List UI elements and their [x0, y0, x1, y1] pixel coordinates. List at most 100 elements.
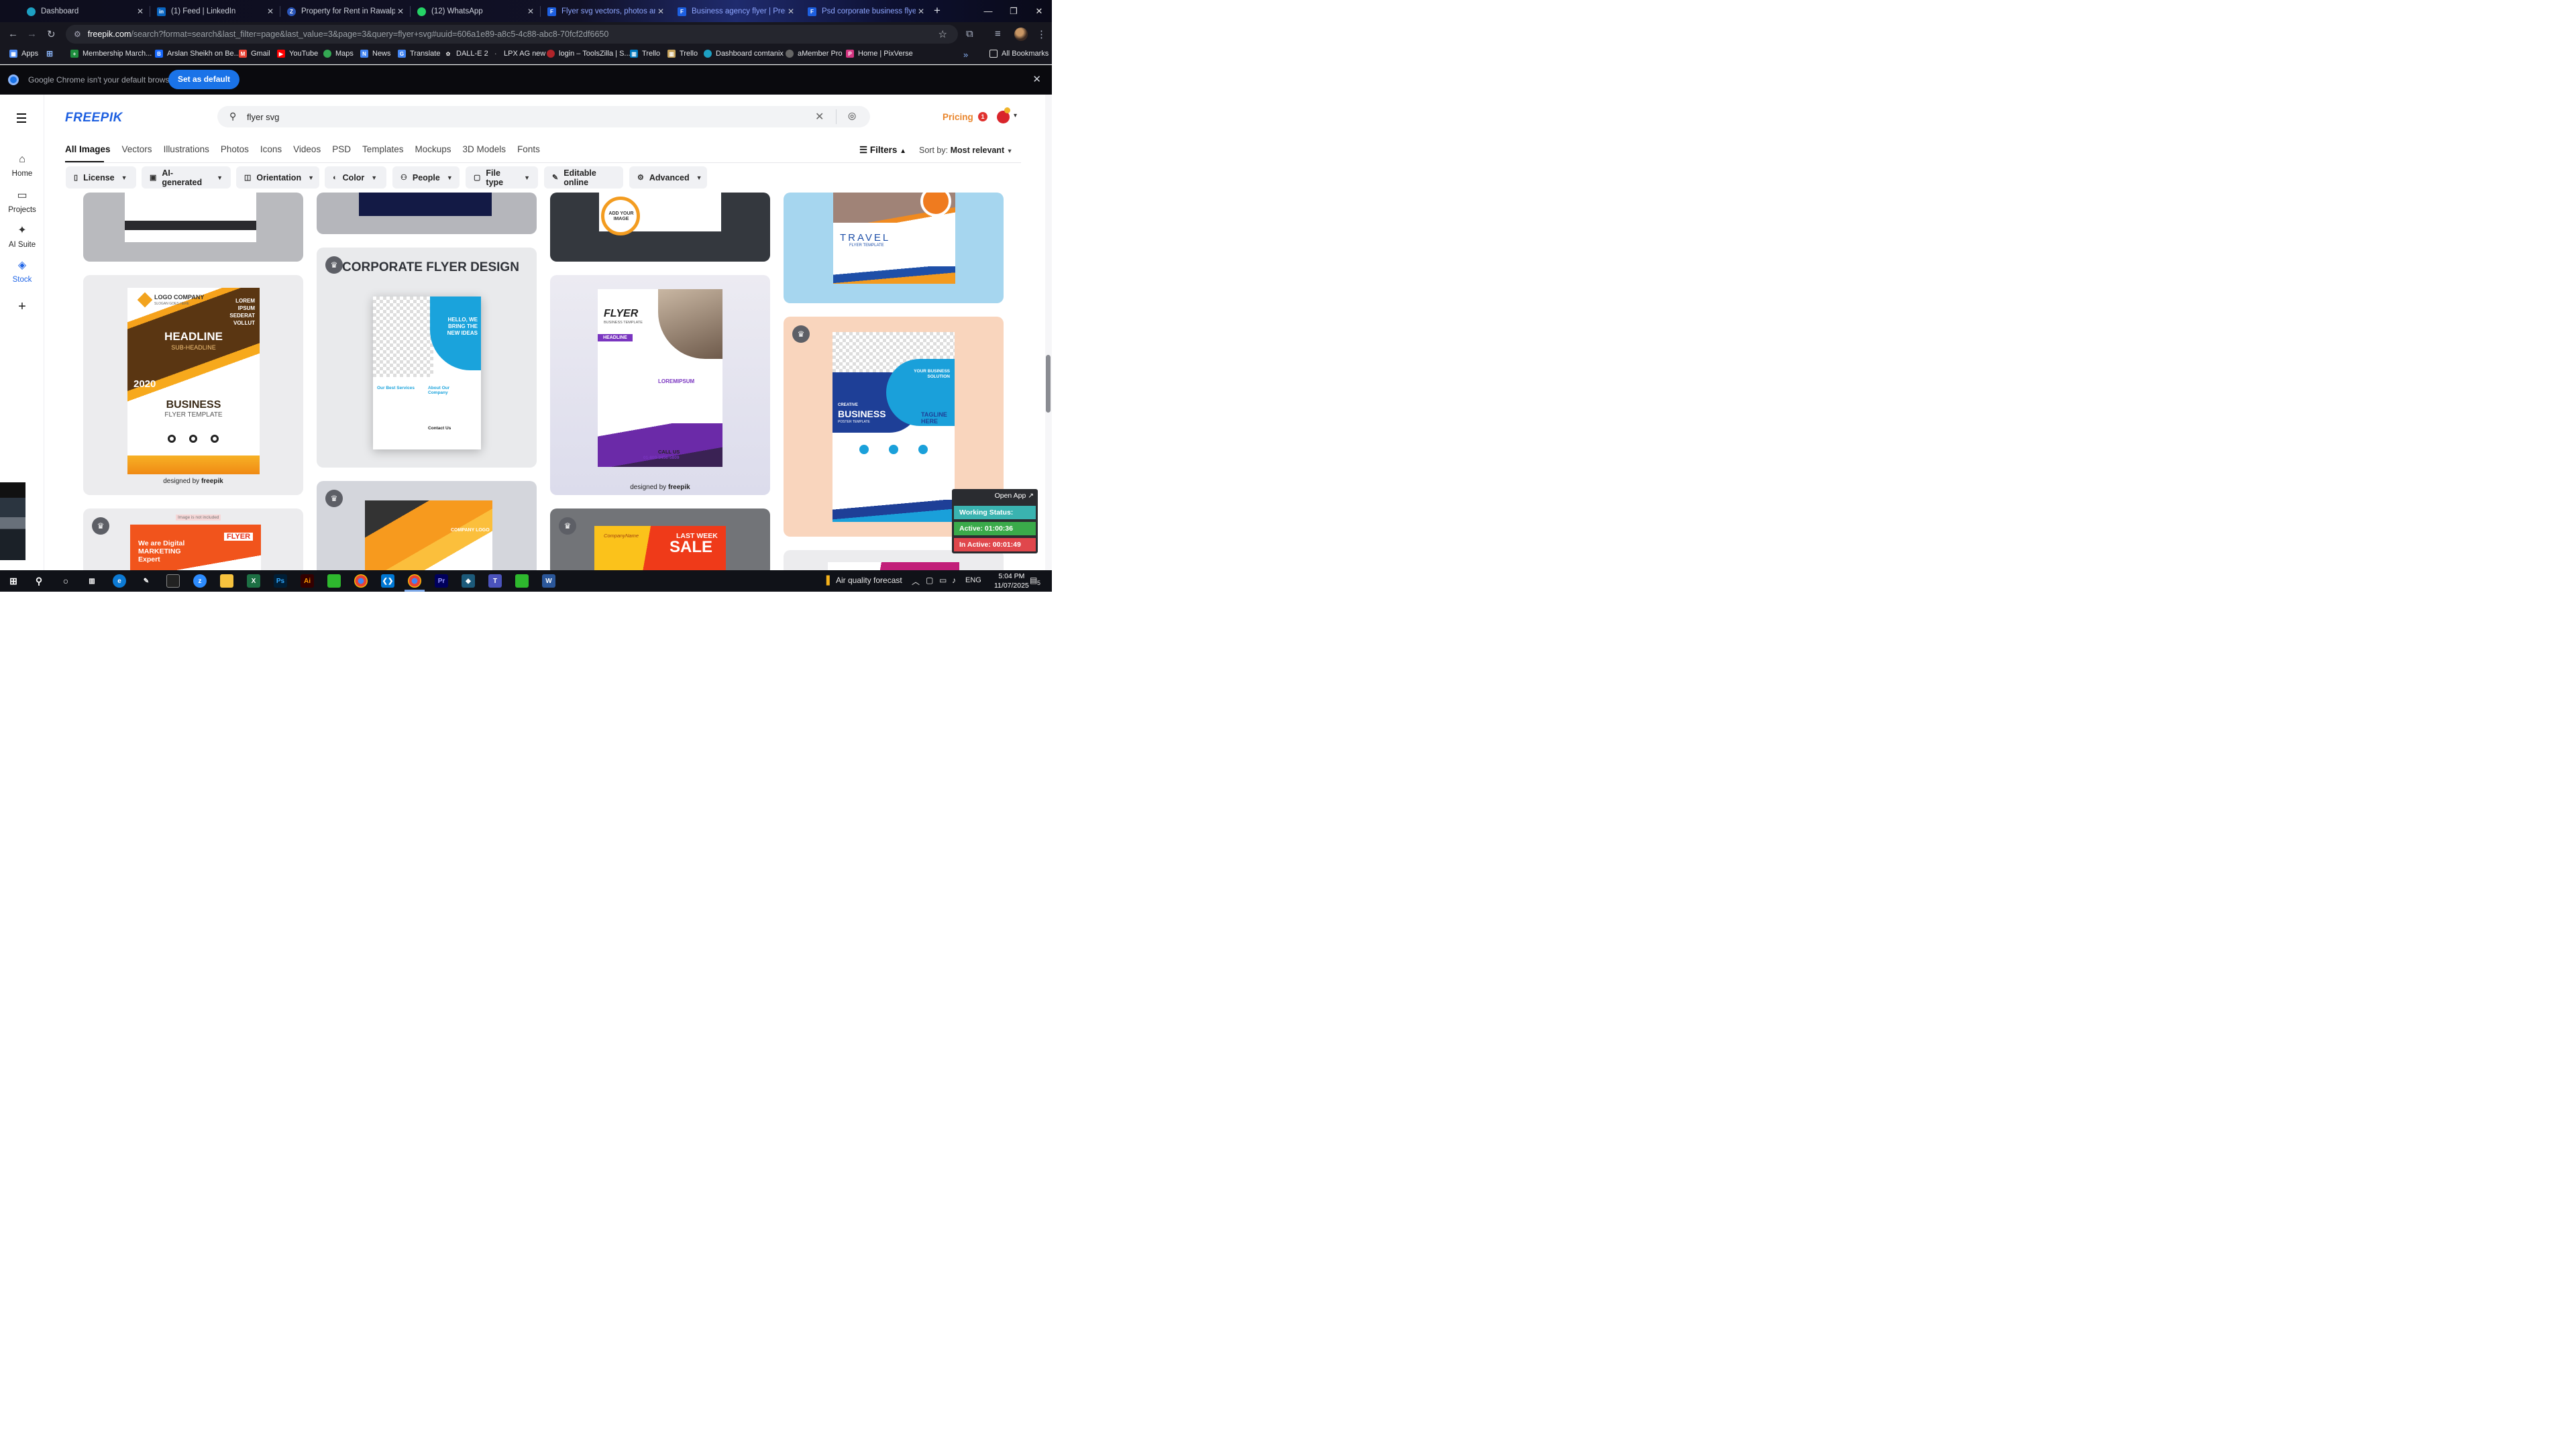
- show-hidden-icons-chevron-icon[interactable]: ︿: [912, 576, 920, 587]
- weather-icon[interactable]: ❚: [824, 574, 833, 586]
- result-card[interactable]: [83, 193, 303, 262]
- result-card[interactable]: FLYER BUSINESS TEMPLATE HEADLINE LOREMIP…: [550, 275, 770, 495]
- chrome-menu-icon[interactable]: ⋮: [1036, 28, 1046, 40]
- edge-icon[interactable]: e: [113, 574, 126, 588]
- tab-mockups[interactable]: Mockups: [415, 144, 451, 162]
- add-icon[interactable]: +: [0, 299, 44, 315]
- tab-business-agency[interactable]: F Business agency flyer | Premium ✕: [671, 3, 800, 20]
- page-scrollbar[interactable]: [1045, 95, 1052, 570]
- result-card[interactable]: [317, 193, 537, 234]
- bookmark-news[interactable]: N News: [360, 50, 391, 58]
- bookmark-dalle[interactable]: ✿ DALL-E 2: [444, 50, 488, 58]
- tab-dashboard[interactable]: Dashboard ✕: [20, 3, 149, 20]
- chip-editable-online[interactable]: ✎ Editable online: [544, 166, 623, 189]
- close-tab-icon[interactable]: ✕: [137, 7, 144, 16]
- chip-orientation[interactable]: ◫ Orientation ▼: [236, 166, 319, 189]
- result-card[interactable]: LOGO COMPANY SLOGAN GOES HERE LOREM IPSU…: [83, 275, 303, 495]
- vscode-icon[interactable]: ❮❯: [381, 574, 394, 588]
- bookmark-toolszilla[interactable]: login – ToolsZilla | S...: [547, 50, 631, 58]
- tab-linkedin[interactable]: in (1) Feed | LinkedIn ✕: [150, 3, 279, 20]
- task-view-icon[interactable]: ▥: [85, 574, 99, 588]
- bookmark-comtanix[interactable]: Dashboard comtanix: [704, 50, 784, 58]
- pen-icon[interactable]: ✎: [140, 574, 153, 588]
- search-icon[interactable]: ⚲: [32, 574, 46, 588]
- minimize-button[interactable]: —: [975, 0, 1001, 22]
- windows-start-icon[interactable]: ⊞: [7, 574, 20, 588]
- tab-all-images[interactable]: All Images: [65, 144, 111, 162]
- teams-icon[interactable]: T: [488, 574, 502, 588]
- sidebar-item-projects[interactable]: ▭ Projects: [0, 189, 44, 214]
- back-button[interactable]: ←: [8, 28, 18, 40]
- pricing-link[interactable]: Pricing: [943, 112, 973, 122]
- media-control-icon[interactable]: ≡: [995, 28, 1001, 40]
- taskbar-clock[interactable]: 5:04 PM 11/07/2025: [994, 572, 1029, 590]
- notification-badge[interactable]: 1: [978, 112, 987, 121]
- bookmark-maps[interactable]: Maps: [323, 50, 354, 58]
- terminal-icon[interactable]: [166, 574, 180, 588]
- hamburger-menu-icon[interactable]: [17, 113, 26, 125]
- volume-icon[interactable]: ♪: [952, 576, 956, 585]
- bookmark-gmail[interactable]: M Gmail: [239, 50, 270, 58]
- chip-license[interactable]: ▯ License ▼: [66, 166, 136, 189]
- chevron-down-icon[interactable]: ▾: [1014, 112, 1017, 119]
- clear-search-icon[interactable]: ✕: [815, 110, 824, 123]
- bookmark-apps[interactable]: ▦ Apps: [9, 50, 38, 58]
- open-app-link[interactable]: Open App ↗: [995, 492, 1034, 500]
- new-tab-button[interactable]: +: [934, 4, 941, 17]
- weather-label[interactable]: Air quality forecast: [836, 576, 902, 585]
- close-tab-icon[interactable]: ✕: [657, 7, 664, 16]
- sidebar-item-stock[interactable]: ◈ Stock: [0, 258, 44, 284]
- bookmark-grid[interactable]: ⊞: [46, 49, 58, 58]
- scrollbar-thumb[interactable]: [1046, 355, 1051, 413]
- result-card[interactable]: ♛ Image is not included FLYER We are Dig…: [83, 508, 303, 570]
- tab-psd[interactable]: PSD: [332, 144, 351, 162]
- result-card[interactable]: ♛ COMPANY LOGO: [317, 481, 537, 570]
- close-tab-icon[interactable]: ✕: [267, 7, 274, 16]
- tab-icons[interactable]: Icons: [260, 144, 282, 162]
- tab-property[interactable]: Z Property for Rent in Rawalpindi ✕: [280, 3, 409, 20]
- bookmark-pixverse[interactable]: P Home | PixVerse: [846, 50, 913, 58]
- tab-fonts[interactable]: Fonts: [517, 144, 540, 162]
- user-avatar[interactable]: [997, 107, 1010, 123]
- camera-search-icon[interactable]: ◎: [848, 110, 856, 121]
- tab-psd-corporate[interactable]: F Psd corporate business flyer de ✕: [801, 3, 930, 20]
- chip-people[interactable]: ⚇ People ▼: [392, 166, 460, 189]
- word-icon[interactable]: W: [542, 574, 555, 588]
- close-window-button[interactable]: ✕: [1026, 0, 1052, 22]
- tab-vectors[interactable]: Vectors: [122, 144, 152, 162]
- tab-templates[interactable]: Templates: [362, 144, 404, 162]
- tab-videos[interactable]: Videos: [293, 144, 321, 162]
- result-card[interactable]: ♛ CompanyName LAST WEEK SALE: [550, 508, 770, 570]
- language-indicator[interactable]: ENG: [965, 576, 981, 584]
- more-bookmarks-chevron-icon[interactable]: »: [963, 50, 968, 60]
- zoom-icon[interactable]: z: [193, 574, 207, 588]
- sidebar-item-ai-suite[interactable]: ✦ AI Suite: [0, 223, 44, 249]
- reload-button[interactable]: ↻: [47, 28, 56, 40]
- site-info-icon[interactable]: ⚙: [74, 30, 81, 39]
- set-as-default-button[interactable]: Set as default: [168, 70, 240, 89]
- bookmark-star-icon[interactable]: ☆: [938, 28, 947, 40]
- network-icon[interactable]: ▭: [939, 576, 947, 585]
- chrome-icon[interactable]: [354, 574, 368, 588]
- close-tab-icon[interactable]: ✕: [527, 7, 534, 16]
- close-tab-icon[interactable]: ✕: [788, 7, 794, 16]
- premiere-icon[interactable]: Pr: [435, 574, 448, 588]
- chip-advanced[interactable]: ⚙ Advanced ▼: [629, 166, 707, 189]
- close-tab-icon[interactable]: ✕: [918, 7, 924, 16]
- tab-illustrations[interactable]: Illustrations: [164, 144, 209, 162]
- tab-whatsapp[interactable]: (12) WhatsApp ✕: [411, 3, 539, 20]
- close-infobar-icon[interactable]: ✕: [1032, 73, 1041, 85]
- search-input[interactable]: [247, 109, 797, 124]
- bookmark-lpx[interactable]: · LPX AG new: [492, 50, 546, 58]
- blue-app-icon[interactable]: ◆: [462, 574, 475, 588]
- file-explorer-icon[interactable]: [220, 574, 233, 588]
- result-card[interactable]: ♛ CORPORATE FLYER DESIGN HELLO, WE BRING…: [317, 248, 537, 468]
- cortana-icon[interactable]: ○: [59, 574, 72, 588]
- restore-button[interactable]: ❐: [1001, 0, 1026, 22]
- excel-icon[interactable]: X: [247, 574, 260, 588]
- illustrator-icon[interactable]: Ai: [301, 574, 314, 588]
- bookmark-youtube[interactable]: ▶ YouTube: [277, 50, 318, 58]
- green-app-icon[interactable]: [327, 574, 341, 588]
- freepik-logo[interactable]: FREEPIK: [65, 111, 123, 125]
- green-app-2-icon[interactable]: [515, 574, 529, 588]
